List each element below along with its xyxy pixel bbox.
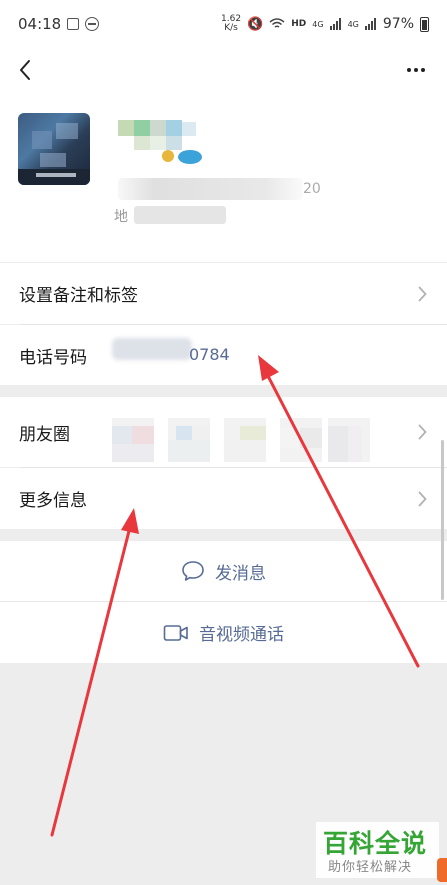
voice-video-call-button[interactable]: 音视频通话 [0,602,447,663]
send-message-label: 发消息 [215,563,266,584]
moments-thumbnail [328,418,370,462]
moments-thumbnail [224,418,266,462]
phone-number-blur [112,338,192,360]
do-not-disturb-icon [85,17,100,31]
send-message-button[interactable]: 发消息 [0,541,447,601]
wechat-id-blur [118,178,303,200]
status-left: 04:18 [18,15,100,33]
chevron-right-icon [418,424,427,440]
signal-label-2: 4G [347,19,359,29]
moments-row[interactable]: 朋友圈 [0,397,447,467]
more-info-label: 更多信息 [19,491,87,511]
corner-badge [437,858,447,882]
watermark: 百科全说 助你轻松解决 [316,822,439,878]
wechat-id-suffix: 20 [303,181,321,197]
signal-icon-1 [329,18,341,30]
voice-video-call-label: 音视频通话 [199,625,284,645]
chat-bubble-icon [182,561,204,581]
chevron-left-icon [20,60,30,80]
more-dot-icon [414,68,418,72]
watermark-title: 百科全说 [323,829,428,858]
hd-label: HD [291,19,307,29]
net-speed: 1.62 K/s [221,15,241,33]
signal-icon-2 [364,18,376,30]
more-button[interactable] [401,56,431,84]
net-speed-unit: K/s [224,23,238,33]
region-blur [134,206,226,224]
phone-number-label: 电话号码 [19,347,87,368]
phone-number-value[interactable]: 0784 [189,345,230,364]
more-info-row[interactable]: 更多信息 [0,468,447,529]
moments-label: 朋友圈 [19,424,70,445]
nav-bar [0,48,447,92]
battery-icon [420,16,429,32]
moments-thumbnail [168,418,210,462]
nickname-mosaic [118,114,213,174]
notification-icon [67,18,80,30]
wifi-icon [269,18,285,28]
more-dot-icon [421,68,425,72]
remark-tags-label: 设置备注和标签 [19,286,138,306]
moments-thumbnail [112,418,154,462]
signal-label-1: 4G [312,19,324,29]
battery-percent: 97% [382,16,414,32]
status-right: 1.62 K/s 🔇 HD 4G 4G 97% [221,15,429,33]
back-button[interactable] [10,54,40,86]
status-bar: 04:18 1.62 K/s 🔇 HD 4G 4G 97% [0,0,447,48]
region-label: 地 [114,209,128,225]
status-time: 04:18 [18,15,62,33]
avatar[interactable] [18,113,90,185]
chevron-right-icon [418,491,427,506]
remark-tags-row[interactable]: 设置备注和标签 [0,263,447,324]
phone-number-row[interactable]: 电话号码 0784 [0,325,447,385]
more-dot-icon [407,68,411,72]
mute-icon: 🔇 [247,16,264,32]
moments-thumbnail [280,418,322,462]
watermark-subtitle: 助你轻松解决 [328,860,413,875]
chevron-right-icon [418,286,427,301]
scrollbar-thumb[interactable] [441,440,444,600]
profile-header: 20 地 [0,92,447,262]
video-camera-icon [163,624,188,641]
